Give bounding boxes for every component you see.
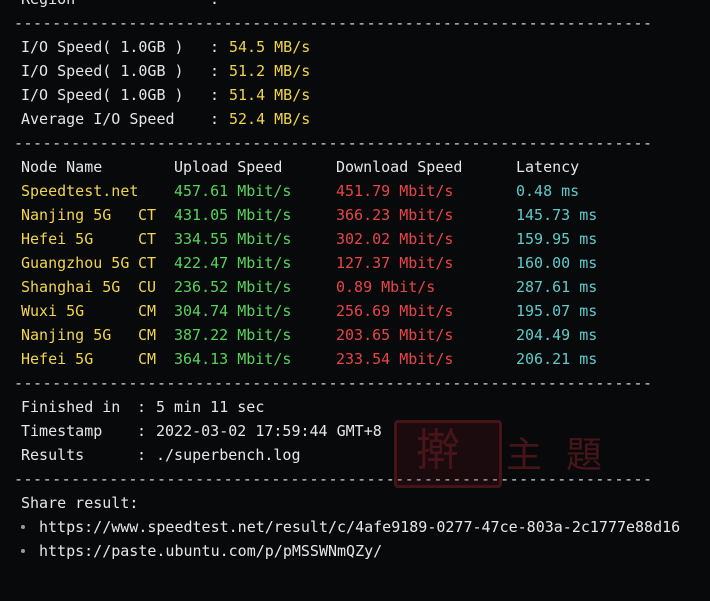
share-title: Share result: [21, 494, 139, 512]
io-average-row: Average I/O Speed : 52.4 MB/s [0, 109, 310, 129]
table-row: Nanjing 5G CM 387.22 Mbit/s 203.65 Mbit/… [0, 325, 597, 345]
node-isp: CM [138, 326, 157, 344]
io-label: I/O Speed( 1.0GB ) [21, 86, 184, 104]
region-line: Region : [0, 0, 219, 9]
io-colon: : [210, 62, 220, 80]
latency: 160.00 ms [516, 254, 598, 272]
download-speed: 203.65 Mbit/s [336, 326, 454, 344]
node-name: Nanjing 5G [21, 326, 112, 344]
download-speed: 233.54 Mbit/s [336, 350, 454, 368]
finished-in-row: Finished in : 5 min 11 sec [0, 397, 264, 417]
latency: 204.49 ms [516, 326, 598, 344]
io-colon: : [210, 86, 220, 104]
upload-speed: 334.55 Mbit/s [174, 230, 292, 248]
node-name: Shanghai 5G [21, 278, 121, 296]
header-upload-speed: Upload Speed [174, 158, 283, 176]
io-row: I/O Speed( 1.0GB ) : 51.4 MB/s [0, 85, 310, 105]
table-row: Hefei 5G CM 364.13 Mbit/s 233.54 Mbit/s … [0, 349, 597, 369]
header-node-name: Node Name [21, 158, 103, 176]
meta-label: Finished in [21, 398, 121, 416]
speed-table-header: Node Name Upload Speed Download Speed La… [0, 157, 579, 177]
upload-speed: 364.13 Mbit/s [174, 350, 292, 368]
table-row: Shanghai 5G CU 236.52 Mbit/s 0.89 Mbit/s… [0, 277, 597, 297]
io-value: 52.4 MB/s [229, 110, 311, 128]
latency: 0.48 ms [516, 182, 580, 200]
separator-1: ----------------------------------------… [14, 14, 653, 32]
meta-colon: : [137, 398, 147, 416]
latency: 159.95 ms [516, 230, 598, 248]
node-isp: CM [138, 350, 157, 368]
latency: 145.73 ms [516, 206, 598, 224]
download-speed: 451.79 Mbit/s [336, 182, 454, 200]
meta-colon: : [137, 446, 147, 464]
download-speed: 366.23 Mbit/s [336, 206, 454, 224]
table-row: Nanjing 5G CT 431.05 Mbit/s 366.23 Mbit/… [0, 205, 597, 225]
watermark-glyph: 擀 [416, 425, 460, 476]
node-isp: CM [138, 302, 157, 320]
region-colon: : [210, 0, 219, 9]
io-row: I/O Speed( 1.0GB ) : 54.5 MB/s [0, 37, 310, 57]
upload-speed: 304.74 Mbit/s [174, 302, 292, 320]
upload-speed: 422.47 Mbit/s [174, 254, 292, 272]
share-title-row: Share result: [0, 493, 138, 513]
download-speed: 302.02 Mbit/s [336, 230, 454, 248]
io-label: Average I/O Speed [21, 110, 175, 128]
io-colon: : [210, 38, 220, 56]
header-latency: Latency [516, 158, 580, 176]
io-row: I/O Speed( 1.0GB ) : 51.2 MB/s [0, 61, 310, 81]
download-speed: 0.89 Mbit/s [336, 278, 436, 296]
io-label: I/O Speed( 1.0GB ) [21, 62, 184, 80]
node-isp: CT [138, 230, 157, 248]
io-value: 54.5 MB/s [229, 38, 311, 56]
node-name: Guangzhou 5G [21, 254, 130, 272]
latency: 195.07 ms [516, 302, 598, 320]
table-row: Hefei 5G CT 334.55 Mbit/s 302.02 Mbit/s … [0, 229, 597, 249]
node-name: Nanjing 5G [21, 206, 112, 224]
io-colon: : [210, 110, 220, 128]
share-link-speedtest[interactable]: https://www.speedtest.net/result/c/4afe9… [39, 517, 680, 537]
separator-2: ----------------------------------------… [14, 134, 653, 152]
node-isp: CT [138, 206, 157, 224]
meta-value: 2022-03-02 17:59:44 GMT+8 [156, 422, 382, 440]
table-row: Speedtest.net 457.61 Mbit/s 451.79 Mbit/… [0, 181, 579, 201]
node-isp: CU [138, 278, 157, 296]
upload-speed: 236.52 Mbit/s [174, 278, 292, 296]
node-isp: CT [138, 254, 157, 272]
upload-speed: 387.22 Mbit/s [174, 326, 292, 344]
latency: 206.21 ms [516, 350, 598, 368]
latency: 287.61 ms [516, 278, 598, 296]
download-speed: 127.37 Mbit/s [336, 254, 454, 272]
table-row: Guangzhou 5G CT 422.47 Mbit/s 127.37 Mbi… [0, 253, 597, 273]
watermark-logo: 擀 主 題 [394, 420, 639, 488]
meta-colon: : [137, 422, 147, 440]
meta-value: 5 min 11 sec [156, 398, 265, 416]
upload-speed: 457.61 Mbit/s [174, 182, 292, 200]
upload-speed: 431.05 Mbit/s [174, 206, 292, 224]
download-speed: 256.69 Mbit/s [336, 302, 454, 320]
share-link-paste[interactable]: https://paste.ubuntu.com/p/pMSSWNmQZy/ [39, 541, 382, 561]
meta-label: Results [21, 446, 85, 464]
region-label: Region [21, 0, 75, 9]
share-link-row: https://paste.ubuntu.com/p/pMSSWNmQZy/ [0, 541, 382, 561]
table-row: Wuxi 5G CM 304.74 Mbit/s 256.69 Mbit/s 1… [0, 301, 597, 321]
header-download-speed: Download Speed [336, 158, 463, 176]
share-link-row: https://www.speedtest.net/result/c/4afe9… [0, 517, 680, 537]
watermark-glyph: 題 [566, 435, 603, 476]
io-value: 51.4 MB/s [229, 86, 311, 104]
node-name: Hefei 5G [21, 230, 94, 248]
node-name: Hefei 5G [21, 350, 94, 368]
terminal-output: Region : -------------------------------… [0, 0, 710, 564]
node-name: Speedtest.net [21, 182, 139, 200]
io-value: 51.2 MB/s [229, 62, 311, 80]
io-label: I/O Speed( 1.0GB ) [21, 38, 184, 56]
node-name: Wuxi 5G [21, 302, 85, 320]
meta-value: ./superbench.log [156, 446, 301, 464]
separator-3: ----------------------------------------… [14, 374, 653, 392]
meta-label: Timestamp [21, 422, 103, 440]
watermark-glyph: 主 [506, 435, 543, 476]
results-row: Results : ./superbench.log [0, 445, 301, 465]
timestamp-row: Timestamp : 2022-03-02 17:59:44 GMT+8 [0, 421, 382, 441]
